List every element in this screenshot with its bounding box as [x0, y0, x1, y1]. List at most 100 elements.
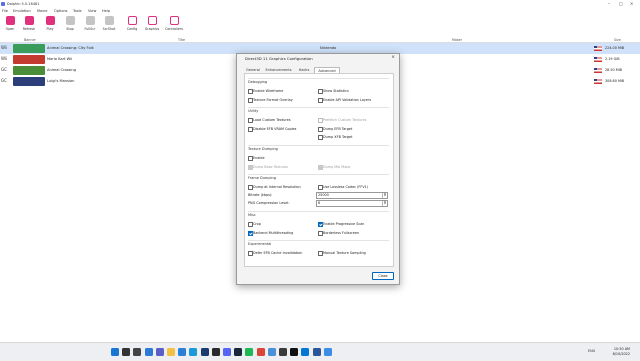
checkbox-label: Show Statistics — [323, 89, 349, 93]
refresh-button[interactable]: Refresh — [20, 16, 38, 34]
stop-label: Stop — [66, 27, 74, 31]
open-label: Open — [5, 27, 15, 31]
fullscreen-label: FullScr — [84, 27, 96, 31]
clock-time[interactable]: 10:50 AM — [606, 347, 630, 351]
screenshot-icon — [104, 16, 114, 25]
checkbox-label: Dump XFB Target — [323, 135, 353, 139]
game-size: 28.50 MiB — [605, 68, 622, 72]
toolbar: Open Refresh Play Stop FullScr ScrShot C… — [0, 15, 640, 35]
stop-button[interactable]: Stop — [61, 16, 79, 34]
region-flag-icon — [594, 56, 602, 62]
chat-icon[interactable] — [155, 348, 164, 356]
chrome-icon[interactable] — [256, 348, 265, 356]
spin-arrows-icon[interactable]: ▲ ▼ — [382, 200, 387, 206]
checkbox-label: Prefetch Custom Textures — [323, 118, 367, 122]
game-size: 2.19 GiB — [605, 57, 620, 61]
photoshop-icon[interactable] — [200, 348, 209, 356]
graphics-label: Graphics — [144, 27, 160, 31]
menu-options[interactable]: Options — [54, 9, 68, 13]
maximize-icon[interactable]: □ — [619, 1, 623, 6]
refresh-label: Refresh — [22, 27, 36, 31]
png-compression-label: PNG Compression Level: — [248, 201, 290, 205]
col-size[interactable]: Size — [614, 38, 621, 42]
controllers-icon — [169, 16, 179, 25]
menu-movie[interactable]: Movie — [37, 9, 47, 13]
col-maker[interactable]: Maker — [452, 38, 462, 42]
dialog-close-icon[interactable]: × — [391, 55, 395, 60]
controllers-label: Controllers — [165, 27, 183, 31]
widgets-icon[interactable] — [144, 348, 153, 356]
folder-open-icon — [5, 16, 15, 25]
png-compression-value: 6 — [318, 201, 321, 206]
minimize-icon[interactable]: – — [608, 1, 610, 6]
language-indicator[interactable]: ENG — [588, 349, 595, 353]
stop-icon — [65, 16, 75, 25]
section-utility: Utility — [248, 109, 259, 113]
platform-icon: Wii — [1, 56, 8, 61]
game-banner — [13, 77, 45, 86]
file-explorer-icon[interactable] — [167, 348, 175, 356]
bitrate-spinbox[interactable]: 25000 ▲ ▼ — [316, 192, 388, 199]
open-button[interactable]: Open — [1, 16, 19, 34]
col-title[interactable]: Title — [178, 38, 185, 42]
fullscreen-button[interactable]: FullScr — [81, 16, 99, 34]
game-maker: Nintendo — [320, 46, 337, 50]
config-label: Config — [126, 27, 138, 31]
graphics-icon — [147, 16, 157, 25]
game-size: 224.00 MiB — [605, 46, 625, 50]
spotify-icon[interactable] — [245, 348, 254, 356]
play-button[interactable]: Play — [41, 16, 59, 34]
edge-icon[interactable] — [189, 348, 198, 356]
start-icon[interactable] — [111, 348, 119, 356]
close-button[interactable]: Close — [372, 272, 394, 280]
config-button[interactable]: Config — [123, 16, 141, 34]
menu-file[interactable]: File — [2, 9, 8, 13]
search-icon[interactable] — [122, 348, 131, 356]
play-icon — [45, 16, 55, 25]
menu-tools[interactable]: Tools — [73, 9, 82, 13]
task-view-icon[interactable] — [133, 348, 142, 356]
obs-icon[interactable] — [279, 348, 287, 356]
play-label: Play — [46, 27, 54, 31]
region-flag-icon — [594, 78, 602, 84]
checkbox-label: Disable EFB VRAM Copies — [253, 127, 297, 131]
word-icon[interactable] — [312, 348, 321, 356]
checkbox-label: Dump EFB Target — [323, 127, 353, 131]
png-compression-spinbox[interactable]: 6 ▲ ▼ — [316, 200, 388, 207]
notepad-icon[interactable] — [267, 348, 276, 356]
game-title: Animal Crossing: City Folk — [47, 46, 94, 50]
steam-icon[interactable] — [234, 348, 243, 356]
taskbar: ENG 10:50 AM 8/10/2022 — [0, 342, 640, 361]
clock-date[interactable]: 8/10/2022 — [606, 352, 630, 356]
col-banner[interactable]: Banner — [24, 38, 36, 42]
region-flag-icon — [594, 67, 602, 73]
main-title-bar: Dolphin 5.0-16481 – □ × — [0, 0, 640, 8]
game-title: Animal Crossing — [47, 68, 76, 72]
vscode-icon[interactable] — [301, 348, 310, 356]
terminal-icon[interactable] — [211, 348, 220, 356]
game-banner — [13, 55, 45, 64]
game-banner — [13, 44, 45, 53]
fullscreen-icon — [85, 16, 95, 25]
game-title: Mario Kart Wii — [47, 57, 73, 61]
screenshot-button[interactable]: ScrShot — [100, 16, 118, 34]
tiktok-icon[interactable] — [290, 348, 299, 356]
store-icon[interactable] — [178, 348, 187, 356]
controllers-button[interactable]: Controllers — [165, 16, 183, 34]
menu-emulation[interactable]: Emulation — [13, 9, 31, 13]
close-icon[interactable]: × — [630, 1, 633, 6]
checkbox-label: Enable Progressive Scan — [323, 222, 365, 226]
menu-view[interactable]: View — [88, 9, 96, 13]
spin-arrows-icon[interactable]: ▲ ▼ — [382, 192, 387, 198]
dolphin-icon[interactable] — [323, 348, 332, 356]
graphics-button[interactable]: Graphics — [143, 16, 161, 34]
menu-help[interactable]: Help — [102, 9, 110, 13]
checkbox-label: Defer EFB Cache Invalidation — [253, 251, 303, 255]
discord-icon[interactable] — [223, 348, 231, 356]
game-title: Luigi's Mansion — [47, 79, 75, 83]
section-divider — [248, 240, 389, 241]
graphics-config-dialog: Direct3D 11 Graphics Configuration × Gen… — [236, 53, 400, 285]
platform-icon: GC — [1, 78, 7, 83]
checkbox-label: Backend Multithreading — [253, 231, 294, 235]
section-divider — [248, 145, 389, 146]
